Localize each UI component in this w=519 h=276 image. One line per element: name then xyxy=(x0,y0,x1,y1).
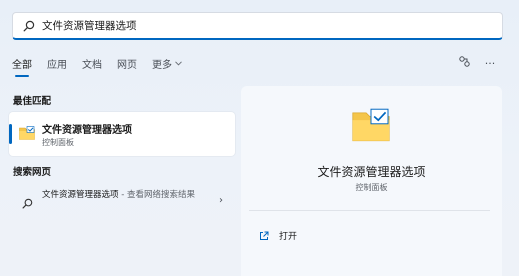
tab-web[interactable]: 网页 xyxy=(117,56,137,77)
search-input[interactable] xyxy=(42,19,482,32)
web-search-suffix: - 查看网络搜索结果 xyxy=(118,190,195,200)
share-icon xyxy=(458,56,470,70)
share-button[interactable] xyxy=(455,55,473,71)
selection-indicator xyxy=(9,124,12,144)
tab-apps[interactable]: 应用 xyxy=(47,56,67,77)
best-match-subtitle: 控制面板 xyxy=(42,138,74,147)
tab-all-label: 全部 xyxy=(12,60,32,71)
detail-title: 文件资源管理器选项 xyxy=(317,165,426,179)
more-options-button[interactable]: ··· xyxy=(481,55,499,71)
tab-more-label: 更多 xyxy=(152,60,172,71)
chevron-down-icon xyxy=(175,59,182,68)
chevron-right-icon: › xyxy=(219,195,223,206)
open-action-label: 打开 xyxy=(279,232,298,242)
folder-check-icon xyxy=(19,125,35,144)
search-icon xyxy=(22,194,33,213)
best-match-result[interactable]: 文件资源管理器选项 控制面板 xyxy=(9,112,235,156)
tab-more[interactable]: 更多 xyxy=(152,56,182,77)
tab-documents[interactable]: 文档 xyxy=(82,56,102,77)
web-search-heading: 搜索网页 xyxy=(13,167,52,178)
best-match-heading: 最佳匹配 xyxy=(13,96,52,107)
web-search-query: 文件资源管理器选项 xyxy=(42,190,119,200)
tab-apps-label: 应用 xyxy=(47,60,67,71)
search-icon xyxy=(22,19,36,33)
top-right-actions: ··· xyxy=(447,55,499,71)
web-search-text: 文件资源管理器选项 - 查看网络搜索结果 xyxy=(42,188,202,202)
best-match-title: 文件资源管理器选项 xyxy=(42,125,132,136)
search-box[interactable] xyxy=(12,12,503,40)
tab-documents-label: 文档 xyxy=(82,60,102,71)
detail-divider xyxy=(249,210,490,211)
open-action[interactable]: 打开 xyxy=(259,226,297,245)
more-options-icon: ··· xyxy=(484,56,496,70)
tab-web-label: 网页 xyxy=(117,60,137,71)
tab-all[interactable]: 全部 xyxy=(12,56,32,77)
folder-check-icon xyxy=(351,108,391,146)
open-external-icon xyxy=(259,226,269,245)
filter-tabs: 全部 应用 文档 网页 更多 xyxy=(12,56,197,77)
detail-subtitle: 控制面板 xyxy=(355,183,388,192)
web-search-result[interactable]: 文件资源管理器选项 - 查看网络搜索结果 › xyxy=(9,185,235,219)
detail-panel: 文件资源管理器选项 控制面板 打开 xyxy=(241,86,502,276)
